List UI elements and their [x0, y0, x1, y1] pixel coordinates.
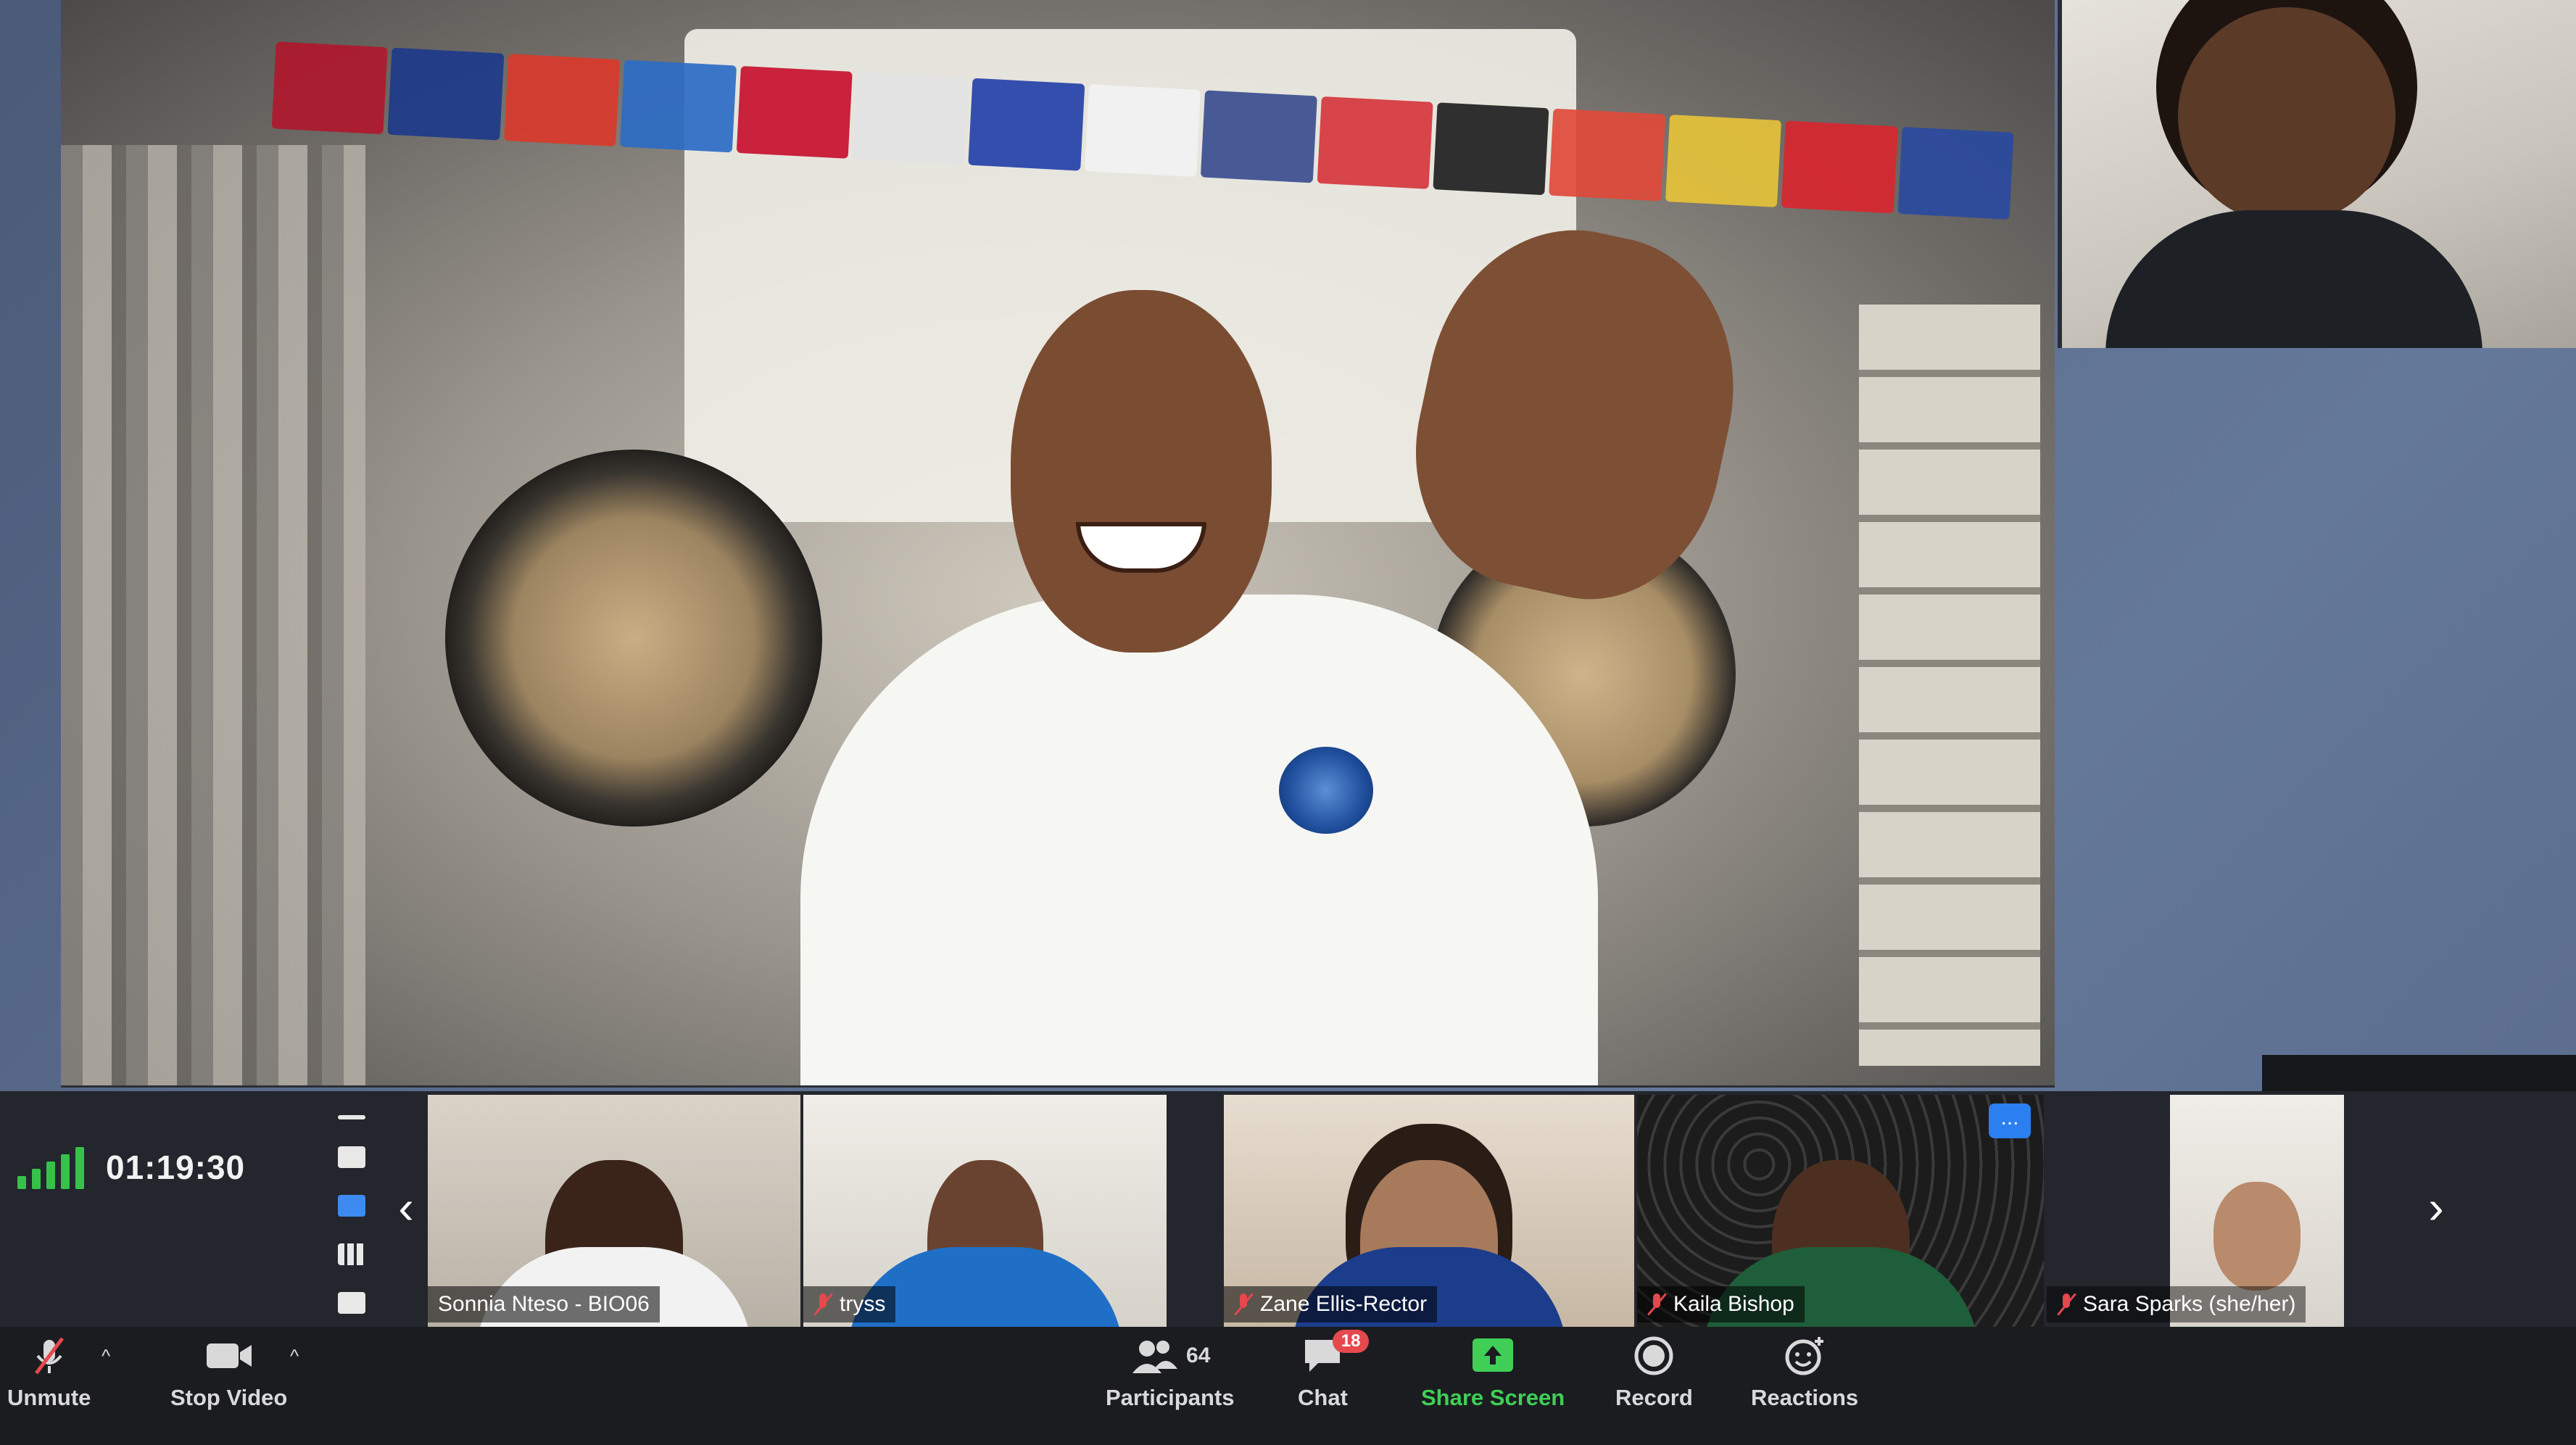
participant-shirt [2105, 210, 2482, 348]
participant-face [2178, 7, 2395, 225]
participant-name: Sara Sparks (she/her) [2083, 1292, 2296, 1316]
participant-name-tag: Kaila Bishop [1637, 1286, 1805, 1322]
mission-patch [1279, 747, 1373, 834]
participant-face [2213, 1182, 2300, 1291]
more-options-button[interactable]: ... [1989, 1104, 2031, 1138]
speaker-shirt [800, 595, 1598, 1085]
chat-unread-badge: 18 [1332, 1330, 1370, 1353]
reactions-icon [1781, 1334, 1828, 1378]
participant-name-tag: Sara Sparks (she/her) [2047, 1286, 2306, 1322]
participant-tile[interactable]: tryss [803, 1095, 1169, 1327]
participant-name: Kaila Bishop [1673, 1292, 1794, 1316]
unmute-button[interactable]: Unmute [7, 1334, 91, 1411]
gallery-prev-button[interactable]: ‹ [384, 1160, 428, 1254]
participant-name: Sonnia Nteso - BIO06 [438, 1292, 650, 1316]
equipment-rack [1859, 305, 2040, 1066]
signal-icon [17, 1146, 84, 1189]
video-options-caret[interactable]: ^ [290, 1345, 299, 1367]
gallery-next-button[interactable]: › [2414, 1160, 2458, 1254]
reactions-button[interactable]: Reactions [1751, 1334, 1858, 1411]
station-wall-left [61, 145, 365, 1085]
mic-off-icon [1647, 1292, 1666, 1317]
participant-name-tag: tryss [803, 1286, 896, 1322]
video-camera-icon [204, 1334, 254, 1378]
share-screen-button[interactable]: Share Screen [1421, 1334, 1565, 1411]
meeting-toolbar [0, 1327, 2576, 1445]
strip-view-icon[interactable] [338, 1194, 365, 1217]
participant-name: tryss [840, 1292, 886, 1316]
porthole-window [445, 450, 822, 827]
participant-name: Zane Ellis-Rector [1260, 1292, 1428, 1316]
participants-icon: 64 [1130, 1334, 1210, 1378]
chat-button[interactable]: 18 Chat [1298, 1330, 1370, 1411]
speaker-view-icon[interactable] [338, 1146, 365, 1169]
participant-video-top-right[interactable] [2058, 0, 2576, 348]
participant-tile[interactable]: Sonnia Nteso - BIO06 [428, 1095, 803, 1327]
meeting-status: 01:19:30 [0, 1109, 334, 1225]
mic-off-icon [28, 1334, 71, 1378]
participant-name-tag: Sonnia Nteso - BIO06 [428, 1286, 660, 1322]
chat-icon: 18 [1301, 1330, 1370, 1378]
audio-options-caret[interactable]: ^ [102, 1345, 110, 1367]
participant-tile[interactable]: Sara Sparks (she/her) [2047, 1095, 2387, 1327]
meeting-timer: 01:19:30 [106, 1148, 246, 1186]
participant-tile[interactable]: ... Kaila Bishop [1637, 1095, 2047, 1327]
side-by-side-view-icon[interactable] [338, 1291, 365, 1314]
participant-name-tag: Zane Ellis-Rector [1224, 1286, 1438, 1322]
gallery-view-icon[interactable] [338, 1243, 365, 1265]
record-button[interactable]: Record [1615, 1334, 1693, 1411]
active-speaker-video[interactable] [61, 0, 2055, 1088]
stop-video-button[interactable]: Stop Video [170, 1334, 287, 1411]
participants-button[interactable]: 64 Participants [1106, 1334, 1234, 1411]
view-switcher[interactable] [330, 1102, 373, 1327]
participant-tile[interactable]: Zane Ellis-Rector [1224, 1095, 1637, 1327]
record-icon [1632, 1334, 1676, 1378]
speaker-face [1011, 290, 1272, 653]
mic-off-icon [2057, 1292, 2076, 1317]
minimize-view-icon[interactable] [338, 1115, 365, 1120]
mic-off-icon [813, 1292, 832, 1317]
participants-count: 64 [1186, 1343, 1211, 1367]
mic-off-icon [1234, 1292, 1253, 1317]
share-screen-icon [1470, 1334, 1516, 1378]
